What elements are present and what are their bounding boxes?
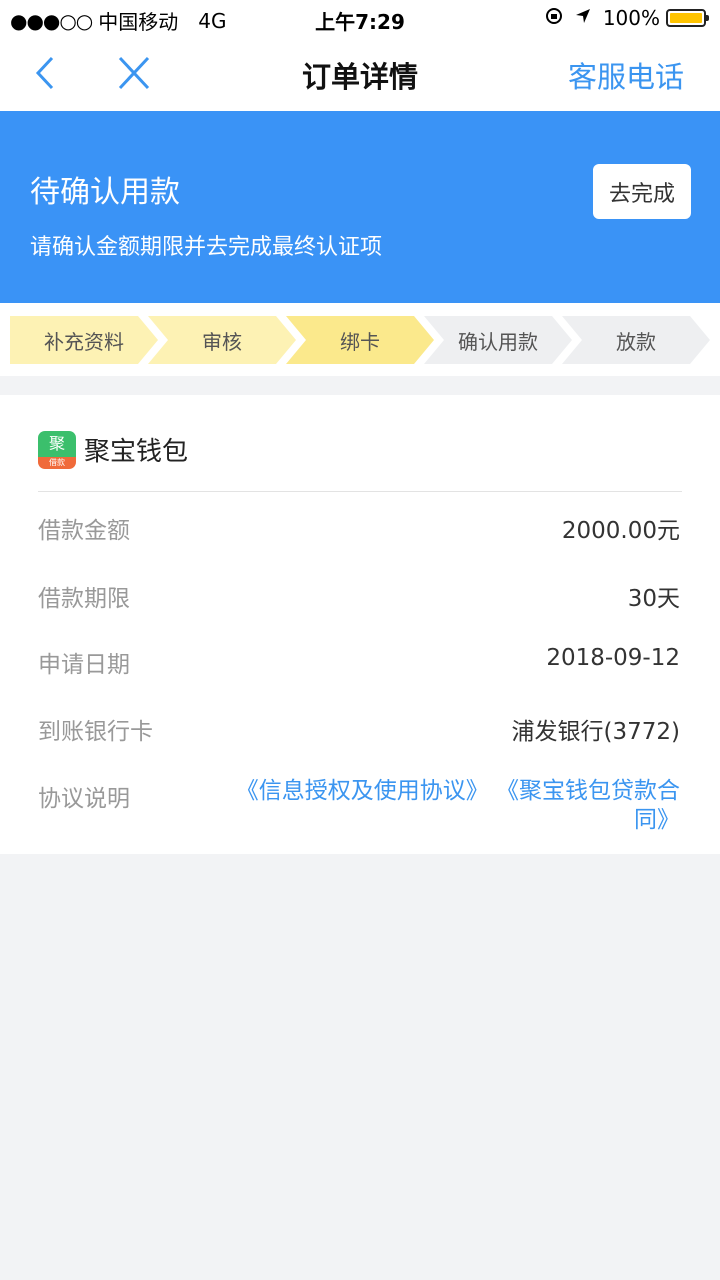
bank-card-value: 浦发银行(3772) [511, 719, 680, 745]
loan-amount-value: 2000.00元 [561, 518, 680, 544]
divider [38, 491, 682, 492]
apply-date-label: 申请日期 [38, 652, 130, 678]
apply-date-value: 2018-09-12 [546, 645, 680, 671]
agreement-links: 《信息授权及使用协议》 《聚宝钱包贷款合同》 [210, 777, 680, 835]
order-status-banner: 待确认用款 请确认金额期限并去完成最终认证项 去完成 [0, 111, 720, 303]
loan-contract-link[interactable]: 《聚宝钱包贷款合同》 [496, 778, 680, 833]
agreement-label: 协议说明 [38, 786, 130, 812]
step-label-disburse: 放款 [616, 330, 656, 354]
location-arrow-icon [575, 8, 591, 29]
brand-name: 聚宝钱包 [84, 437, 189, 467]
go-complete-button[interactable]: 去完成 [593, 164, 691, 219]
status-bar: ●●●○○ 中国移动 4G 上午7:29 100% [0, 0, 720, 36]
step-label-bind-card: 绑卡 [340, 330, 380, 354]
info-authorization-agreement-link[interactable]: 《信息授权及使用协议》 [236, 778, 489, 804]
progress-steps: 补充资料 审核 绑卡 确认用款 放款 [0, 303, 720, 376]
step-label-review: 审核 [202, 330, 242, 354]
step-label-confirm: 确认用款 [458, 330, 538, 354]
customer-service-phone-link[interactable]: 客服电话 [568, 54, 684, 96]
bank-card-label: 到账银行卡 [38, 719, 153, 745]
loan-amount-label: 借款金额 [38, 518, 130, 544]
status-title: 待确认用款 [30, 175, 180, 210]
battery-icon [666, 9, 709, 27]
order-detail-card: 聚 借款 聚宝钱包 借款金额 2000.00元 借款期限 30天 申请日期 20… [0, 395, 720, 854]
status-subtitle: 请确认金额期限并去完成最终认证项 [30, 235, 383, 260]
step-label-supplement: 补充资料 [44, 330, 124, 354]
battery-percent: 100% [602, 6, 660, 30]
rotation-lock-icon [545, 7, 563, 30]
navigation-bar: 订单详情 客服电话 [0, 36, 720, 111]
loan-term-value: 30天 [627, 586, 680, 612]
loan-term-label: 借款期限 [38, 586, 130, 612]
brand-logo: 聚 借款 [38, 431, 76, 469]
